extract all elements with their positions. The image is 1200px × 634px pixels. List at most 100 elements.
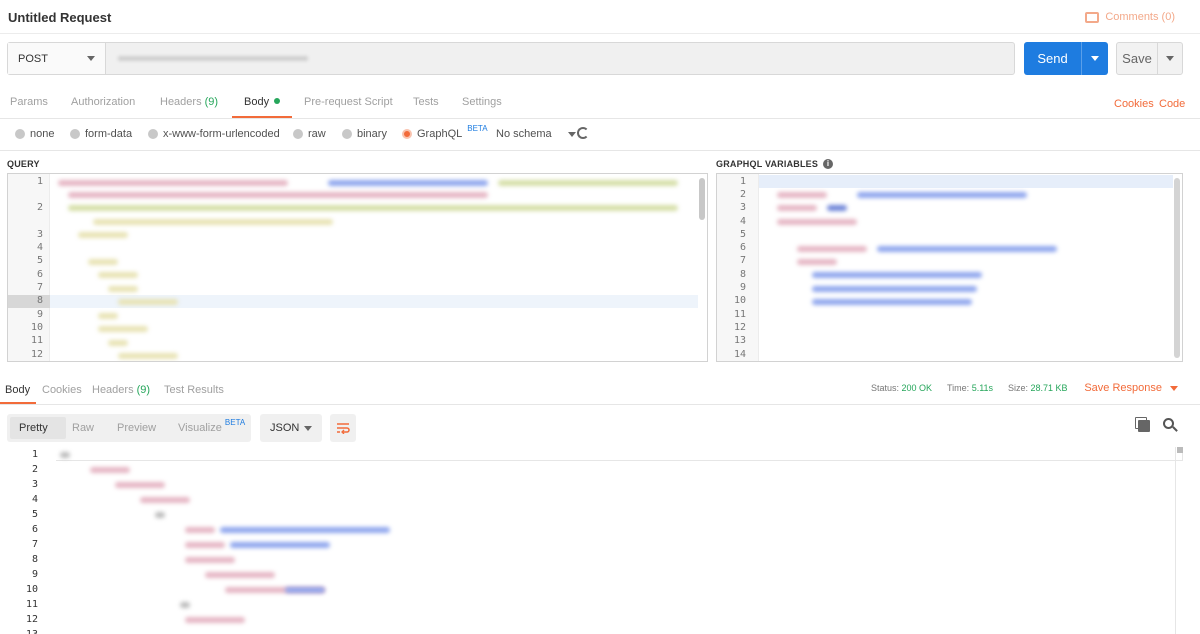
tab-tests[interactable]: Tests [413, 96, 439, 108]
line-number: 1 [739, 176, 746, 187]
code-blur [108, 340, 128, 346]
line-number: 7 [739, 255, 746, 266]
line-number: 4 [36, 242, 43, 253]
code-link[interactable]: Code [1159, 98, 1185, 110]
code-blur [98, 272, 138, 278]
schema-select[interactable]: No schema [496, 128, 576, 140]
save-options-button[interactable] [1158, 43, 1182, 74]
radio-none[interactable]: none [15, 128, 54, 140]
code-blur [118, 299, 178, 305]
status-value[interactable]: 200 OK [902, 383, 933, 393]
scroll-thumb[interactable] [1177, 447, 1183, 453]
chevron-down-icon [567, 131, 576, 137]
radio-graphql-label: GraphQL [417, 128, 463, 140]
radio-form-data[interactable]: form-data [70, 128, 132, 140]
view-pretty[interactable]: Pretty [19, 422, 48, 434]
active-dot-icon [274, 98, 281, 104]
tab-settings[interactable]: Settings [462, 96, 502, 108]
radio-circle-icon [148, 129, 158, 139]
tab-authorization[interactable]: Authorization [71, 96, 135, 108]
current-line [759, 175, 1173, 188]
code-blur [185, 617, 245, 623]
response-body[interactable]: 1 2 3 4 5 6 7 8 9 10 11 12 13 [0, 447, 1200, 634]
tab-params[interactable]: Params [10, 96, 48, 108]
size-value[interactable]: 28.71 KB [1031, 383, 1068, 393]
comments-label: Comments (0) [1105, 11, 1175, 23]
request-title[interactable]: Untitled Request [8, 10, 111, 25]
line-number: 3 [36, 229, 43, 240]
code-blur [230, 542, 330, 548]
line-number: 7 [36, 282, 43, 293]
send-button[interactable]: Send [1024, 42, 1082, 75]
radio-binary[interactable]: binary [342, 128, 387, 140]
line-number: 8 [36, 295, 43, 306]
format-select[interactable]: JSON [260, 414, 322, 442]
method-label: POST [18, 52, 48, 65]
code-blur [98, 313, 118, 319]
line-number: 13 [733, 335, 746, 346]
wrap-lines-icon [337, 423, 350, 434]
resp-tab-cookies[interactable]: Cookies [42, 384, 82, 396]
tab-prerequest-script[interactable]: Pre-request Script [304, 96, 393, 108]
radio-graphql[interactable]: GraphQL BETA [402, 124, 488, 140]
chevron-down-icon [304, 425, 312, 431]
beta-badge: BETA [224, 418, 246, 427]
line-number: 11 [25, 599, 38, 610]
code-blur [857, 192, 1027, 198]
variables-gutter: 1 2 3 4 5 6 7 8 9 10 11 12 13 14 [717, 174, 759, 361]
variables-label: GRAPHQL VARIABLES [716, 159, 819, 169]
send-options-button[interactable] [1082, 42, 1108, 75]
save-response-label: Save Response [1084, 382, 1162, 394]
refresh-icon[interactable] [577, 127, 589, 139]
view-preview[interactable]: Preview [117, 422, 156, 434]
view-visualize[interactable]: Visualize BETA [178, 418, 245, 434]
resp-tab-body[interactable]: Body [5, 384, 30, 396]
code-blur [58, 180, 288, 186]
code-blur [98, 326, 148, 332]
line-number: 3 [31, 479, 38, 490]
radio-form-data-label: form-data [85, 128, 133, 140]
resp-tab-headers-count: (9) [136, 384, 151, 396]
info-icon[interactable]: i [823, 159, 834, 169]
method-select[interactable]: POST [8, 43, 106, 74]
title-bar: Untitled Request Comments (0) [0, 0, 1200, 34]
radio-raw[interactable]: raw [293, 128, 326, 140]
view-raw[interactable]: Raw [72, 422, 94, 434]
query-scrollbar[interactable] [699, 178, 705, 220]
cookies-link[interactable]: Cookies [1114, 98, 1154, 110]
search-icon[interactable] [1163, 418, 1174, 429]
save-button[interactable]: Save [1117, 43, 1158, 74]
variables-editor[interactable]: 1 2 3 4 5 6 7 8 9 10 11 12 13 14 [716, 173, 1183, 362]
tab-body[interactable]: Body [244, 96, 281, 108]
variables-scrollbar[interactable] [1174, 178, 1180, 358]
line-number: 9 [739, 282, 746, 293]
query-editor[interactable]: 1 2 3 4 5 6 7 8 9 10 11 12 [7, 173, 708, 362]
copy-icon[interactable] [1138, 420, 1150, 432]
line-number: 7 [31, 539, 38, 550]
view-visualize-label: Visualize [178, 422, 222, 434]
code-blur [777, 192, 827, 198]
resp-tab-test-results[interactable]: Test Results [164, 384, 224, 396]
code-blur [185, 542, 225, 548]
code-blur [812, 272, 982, 278]
wrap-lines-button[interactable] [330, 414, 356, 442]
view-mode-segmented: Pretty Raw Preview Visualize BETA [7, 414, 251, 442]
tab-headers-count: (9) [204, 96, 219, 108]
url-input[interactable] [118, 56, 308, 61]
code-blur [140, 497, 190, 503]
code-blur [812, 286, 977, 292]
code-blur [78, 232, 128, 238]
code-blur [185, 527, 215, 533]
resp-tab-headers[interactable]: Headers (9) [92, 384, 150, 396]
radio-urlencoded[interactable]: x-www-form-urlencoded [148, 128, 280, 140]
comments-button[interactable]: Comments (0) [1085, 11, 1175, 23]
tab-headers[interactable]: Headers (9) [160, 96, 218, 108]
line-number: 6 [31, 524, 38, 535]
save-button-group: Save [1116, 42, 1183, 75]
time-value[interactable]: 5.11s [972, 383, 993, 393]
line-number: 10 [30, 322, 43, 333]
code-blur [88, 259, 118, 265]
save-response-button[interactable]: Save Response [1084, 382, 1178, 394]
response-scrollbar[interactable] [1175, 447, 1183, 634]
line-number: 12 [733, 322, 746, 333]
